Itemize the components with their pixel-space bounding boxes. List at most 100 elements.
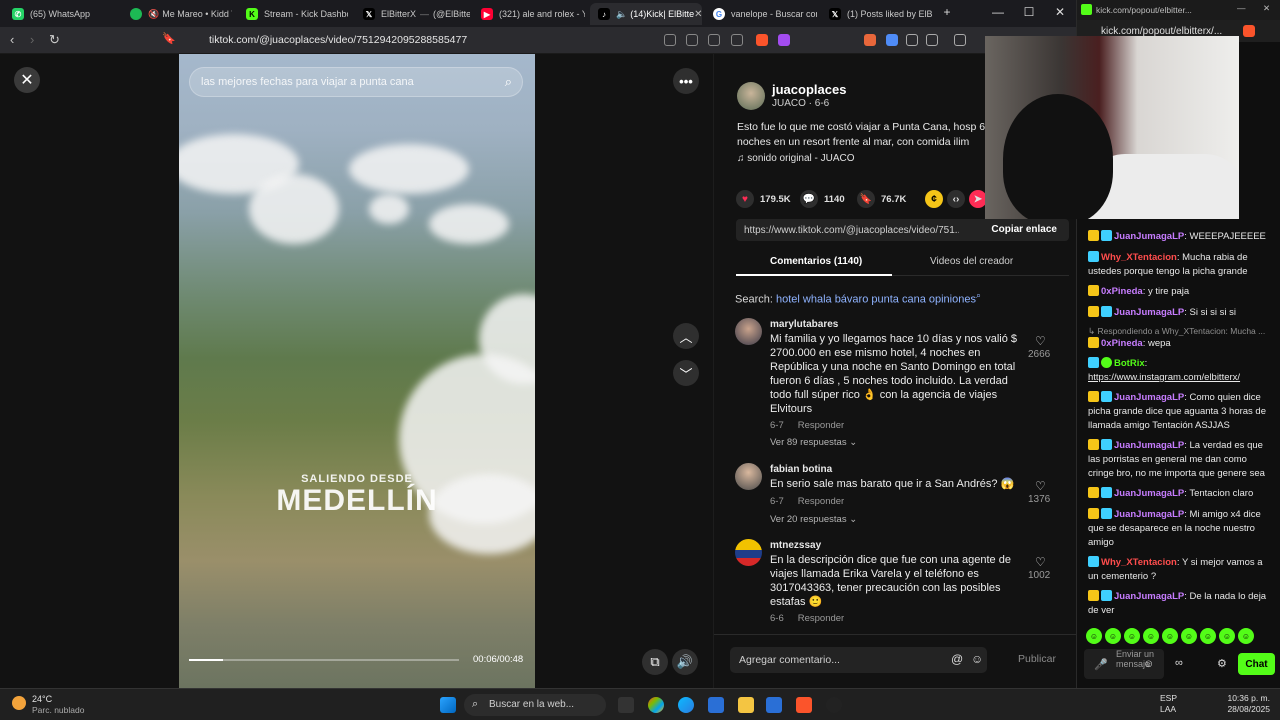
heart-icon[interactable]: ♡ (1035, 479, 1046, 493)
heart-icon[interactable]: ♡ (1035, 555, 1046, 569)
heart-icon[interactable]: ♡ (1035, 334, 1046, 348)
more-options-button[interactable]: ••• (673, 68, 699, 94)
emote-icon[interactable]: ☺ (1143, 628, 1159, 644)
media-icon[interactable] (954, 34, 966, 46)
emote-icon[interactable]: ☺ (1238, 628, 1254, 644)
embed-button[interactable]: ‹› (947, 190, 971, 208)
commenter-name[interactable]: marylutabares (770, 319, 838, 330)
previous-video-button[interactable]: ︿ (673, 323, 699, 349)
reload-icon[interactable]: ↻ (49, 32, 60, 48)
emoji-icon[interactable]: ☺ (1143, 658, 1154, 670)
emote-icon[interactable]: ☺ (1181, 628, 1197, 644)
url-field[interactable]: tiktok.com/@juacoplaces/video/7512942095… (209, 34, 467, 46)
share-link[interactable]: https://www.tiktok.com/@juacoplaces/vide… (744, 225, 959, 236)
translate-icon[interactable] (708, 34, 720, 46)
chat-link[interactable]: https://www.instagram.com/elbitterx/ (1088, 372, 1240, 383)
author-avatar[interactable] (737, 82, 765, 110)
taskbar-clock[interactable]: 10:36 p. m. 28/08/2025 (1222, 693, 1270, 715)
store-icon[interactable] (708, 697, 724, 713)
publish-button[interactable]: Publicar (1018, 653, 1056, 665)
tab-spotify[interactable]: 🔇 Me Mareo • Kidd V (122, 3, 232, 25)
tab-x-elbitterx[interactable]: 𝕏ElBitterX—(@ElBitter (355, 3, 470, 25)
tab-whatsapp[interactable]: ✆ (65) WhatsApp (4, 3, 116, 25)
save-button[interactable]: 🔖 76.7K (857, 190, 906, 208)
sidebar-icon[interactable] (926, 34, 938, 46)
minimize-button[interactable]: — (1237, 3, 1246, 13)
extensions-puzzle-icon[interactable] (906, 34, 918, 46)
forward-icon[interactable]: › (30, 32, 34, 47)
close-video-button[interactable]: ✕ (14, 67, 40, 93)
next-video-button[interactable]: ﹀ (673, 360, 699, 386)
emote-icon[interactable]: ☺ (1219, 628, 1235, 644)
copilot-icon[interactable] (648, 697, 664, 713)
commenter-avatar[interactable] (735, 318, 762, 345)
commenter-avatar[interactable] (735, 539, 762, 566)
points-icon[interactable]: ∞ (1175, 657, 1183, 669)
tracking-off-icon[interactable] (664, 34, 676, 46)
new-tab-button[interactable]: + (937, 5, 957, 19)
commenter-avatar[interactable] (735, 463, 762, 490)
video-progress-bar[interactable] (189, 659, 459, 661)
emote-icon[interactable]: ☺ (1200, 628, 1216, 644)
picture-in-picture-button[interactable]: ⧉ (642, 649, 668, 675)
taskbar-search[interactable]: ⌕ Buscar en la web... (464, 694, 606, 716)
system-tray[interactable]: ESP LAA (1160, 693, 1177, 715)
comment-input[interactable]: Agregar comentario... @ ☺ (730, 647, 987, 673)
emote-icon[interactable]: ☺ (1105, 628, 1121, 644)
reply-button[interactable]: Responder (798, 613, 844, 624)
tab-youtube[interactable]: ▶ (321) ale and rolex - Yo (473, 3, 585, 25)
task-view-icon[interactable] (618, 697, 634, 713)
minimize-button[interactable]: — (988, 5, 1008, 19)
brave-shield-icon[interactable] (1243, 25, 1255, 37)
tab-creator-videos[interactable]: Videos del creador (930, 256, 1013, 267)
extension-icon[interactable] (886, 34, 898, 46)
maximize-button[interactable]: ☐ (1019, 5, 1039, 19)
tab-google[interactable]: Gvanelope - Buscar con (705, 3, 817, 25)
weather-widget[interactable]: 24°C Parc. nublado (12, 694, 84, 716)
settings-gear-icon[interactable]: ⚙ (1217, 657, 1227, 670)
author-name[interactable]: juacoplaces (772, 82, 846, 97)
video-search-bar[interactable]: las mejores fechas para viajar a punta c… (189, 67, 523, 97)
video-player[interactable]: las mejores fechas para viajar a punta c… (179, 54, 535, 688)
emote-icon[interactable]: ☺ (1086, 628, 1102, 644)
microphone-icon[interactable]: 🎤 (1094, 658, 1108, 671)
cast-icon[interactable] (686, 34, 698, 46)
edge-icon[interactable] (678, 697, 694, 713)
volume-button[interactable]: 🔊 (672, 649, 698, 675)
close-window-button[interactable]: ✕ (1050, 5, 1070, 19)
app-icon[interactable] (766, 697, 782, 713)
file-explorer-icon[interactable] (738, 697, 754, 713)
obs-icon[interactable] (826, 697, 842, 713)
gift-button[interactable]: ¢ (925, 190, 949, 208)
emote-icon[interactable]: ☺ (1162, 628, 1178, 644)
emoji-icon[interactable]: ☺ (971, 652, 983, 666)
send-chat-button[interactable]: Chat (1238, 653, 1275, 675)
extension-icon[interactable] (864, 34, 876, 46)
sound-link[interactable]: ♫ sonido original - JUACO (737, 153, 855, 164)
view-replies-button[interactable]: Ver 20 respuestas ⌄ (770, 514, 857, 525)
comment-button[interactable]: 💬 1140 (800, 190, 845, 208)
tab-kick-dashboard[interactable]: K Stream - Kick Dashboa (238, 3, 348, 25)
brave-shield-icon[interactable] (756, 34, 768, 46)
close-window-button[interactable]: ✕ (1263, 3, 1270, 14)
copy-link-button[interactable]: Copiar enlace (991, 224, 1057, 235)
reply-button[interactable]: Responder (798, 420, 844, 431)
brave-rewards-icon[interactable] (778, 34, 790, 46)
view-replies-button[interactable]: Ver 89 respuestas ⌄ (770, 437, 857, 448)
commenter-name[interactable]: mtnezssay (770, 540, 821, 551)
related-search[interactable]: Search: hotel whala bávaro punta cana op… (735, 290, 981, 306)
like-button[interactable]: ♥ 179.5K (736, 190, 791, 208)
tab-tiktok-active[interactable]: ♪ 🔈 (14)Kick| ElBitte ✕ (590, 3, 702, 25)
tab-comments[interactable]: Comentarios (1140) (770, 256, 862, 267)
share-icon[interactable] (731, 34, 743, 46)
search-icon[interactable]: ⌕ (505, 74, 512, 90)
brave-icon[interactable] (796, 697, 812, 713)
start-icon[interactable] (440, 697, 456, 713)
tab-x-posts[interactable]: 𝕏(1) Posts liked by ElBitte (821, 3, 933, 25)
commenter-name[interactable]: fabian botina (770, 464, 832, 475)
back-icon[interactable]: ‹ (10, 32, 14, 47)
reply-button[interactable]: Responder (798, 496, 844, 507)
emote-icon[interactable]: ☺ (1124, 628, 1140, 644)
bookmark-icon[interactable]: 🔖 (162, 32, 176, 45)
close-tab-icon[interactable]: ✕ (694, 9, 702, 20)
